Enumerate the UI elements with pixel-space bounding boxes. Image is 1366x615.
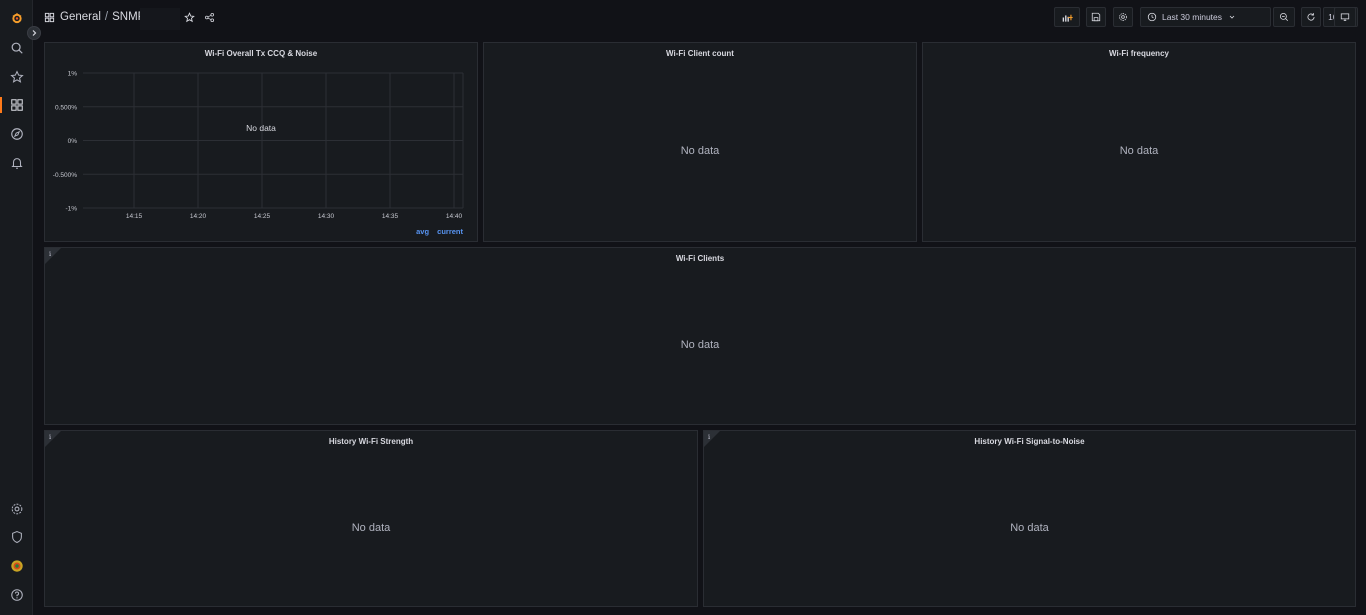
x-tick-label: 14:20 (190, 213, 207, 220)
no-data-label: No data (351, 522, 391, 534)
panel-wifi-ccq-noise[interactable]: Wi-Fi Overall Tx CCQ & Noise 1% 0.500% 0% -… (44, 42, 478, 242)
dashboard-settings-button[interactable] (1113, 7, 1133, 27)
starred-icon[interactable] (0, 64, 33, 90)
save-dashboard-button[interactable] (1086, 7, 1106, 27)
alert-bell-icon[interactable] (0, 150, 33, 176)
no-data-label: No data (680, 145, 720, 157)
help-icon[interactable] (0, 582, 33, 608)
y-tick-label: 0.500% (55, 104, 77, 111)
shield-icon[interactable] (0, 524, 33, 550)
gear-icon[interactable] (0, 496, 33, 522)
panel-title[interactable]: Wi-Fi Clients (45, 254, 1355, 263)
ccq-noise-chart: 1% 0.500% 0% -0.500% -1% 14:15 14:20 14:25 14:30… (53, 71, 464, 220)
expand-sidebar-button[interactable] (27, 26, 41, 40)
dashboards-icon[interactable] (0, 92, 33, 118)
panel-title[interactable]: Wi-Fi Client count (484, 49, 916, 58)
chart-legend: avg current (410, 227, 463, 236)
y-tick-label: -0.500% (53, 172, 77, 179)
zoom-out-icon (1279, 12, 1289, 22)
clock-icon (1147, 12, 1157, 22)
dashboard-navbar: General / SNMP Last 30 minutes 10s (33, 0, 1366, 36)
breadcrumb: General / SNMP (44, 9, 145, 25)
explore-icon[interactable] (0, 121, 33, 147)
no-data-label: No data (1119, 145, 1159, 157)
time-range-label: Last 30 minutes (1162, 12, 1223, 22)
save-icon (1091, 12, 1101, 22)
breadcrumb-folder[interactable]: General (60, 11, 101, 23)
share-icon (204, 12, 214, 22)
dashboards-icon (44, 12, 55, 22)
panel-wifi-client-count[interactable]: Wi-Fi Client count No data (483, 42, 917, 242)
sidebar (0, 0, 33, 615)
x-tick-label: 14:25 (254, 213, 271, 220)
x-tick-label: 14:40 (446, 213, 463, 220)
x-tick-label: 14:35 (382, 213, 399, 220)
panel-history-wifi-snr[interactable]: i History Wi-Fi Signal-to-Noise No data (703, 430, 1356, 607)
legend-avg[interactable]: avg (416, 227, 429, 236)
avatar[interactable] (0, 553, 33, 579)
breadcrumb-separator: / (104, 11, 109, 23)
refresh-button[interactable] (1301, 7, 1321, 27)
tv-mode-icon (1340, 13, 1350, 21)
legend-current[interactable]: current (437, 227, 463, 236)
x-tick-label: 14:30 (318, 213, 335, 220)
star-dashboard-button[interactable] (181, 9, 197, 25)
settings-icon (1119, 13, 1127, 21)
star-icon (183, 11, 195, 22)
refresh-icon (1307, 13, 1315, 21)
no-data-label: No data (680, 339, 720, 351)
y-tick-label: 1% (68, 71, 78, 78)
panel-wifi-frequency[interactable]: Wi-Fi frequency No data (922, 42, 1356, 242)
panel-title[interactable]: History Wi-Fi Signal-to-Noise (704, 437, 1355, 446)
add-panel-icon (1062, 14, 1073, 22)
search-icon[interactable] (0, 35, 33, 61)
y-tick-label: -1% (65, 206, 77, 213)
x-tick-label: 14:15 (126, 213, 143, 220)
chevron-down-icon (1229, 15, 1235, 19)
panel-wifi-clients[interactable]: i Wi-Fi Clients No data (44, 247, 1356, 425)
tv-mode-button[interactable] (1334, 7, 1356, 27)
panel-title[interactable]: History Wi-Fi Strength (45, 437, 697, 446)
add-panel-button[interactable] (1054, 7, 1080, 27)
redacted-area (140, 8, 180, 30)
panel-title[interactable]: Wi-Fi frequency (923, 49, 1355, 58)
panel-history-wifi-strength[interactable]: i History Wi-Fi Strength No data (44, 430, 698, 607)
no-data-label: No data (1010, 522, 1049, 534)
zoom-out-button[interactable] (1273, 7, 1295, 27)
time-range-picker[interactable]: Last 30 minutes (1140, 7, 1271, 27)
share-dashboard-button[interactable] (201, 9, 217, 25)
chart-no-data: No data (246, 123, 276, 133)
y-tick-label: 0% (68, 138, 78, 145)
